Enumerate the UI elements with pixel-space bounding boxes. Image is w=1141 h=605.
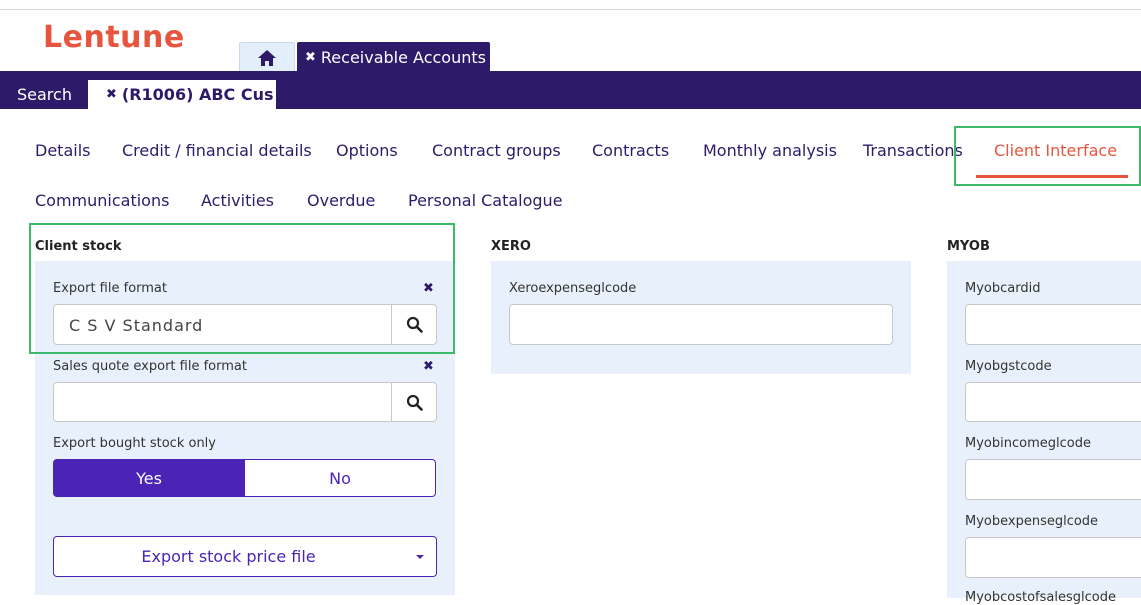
close-icon[interactable]: ✖ [106,87,117,102]
bought-only-no-button[interactable]: No [244,459,436,497]
xero-expense-label: Xeroexpenseglcode [509,281,637,296]
myob-gstcode-label: Myobgstcode [965,359,1052,374]
tab-contract-groups[interactable]: Contract groups [432,141,561,160]
tab-communications[interactable]: Communications [35,191,169,210]
caret-down-icon [415,554,424,559]
myob-expense-label: Myobexpenseglcode [965,514,1099,529]
myob-income-input[interactable] [965,459,1141,500]
tab-label: Receivable Accounts [320,47,486,67]
myob-income-label: Myobincomeglcode [965,436,1091,451]
bought-only-label: Export bought stock only [53,436,216,451]
export-stock-price-button[interactable]: Export stock price file [53,536,404,577]
home-icon [258,49,276,66]
myob-gstcode-input[interactable] [965,382,1141,422]
highlight-client-interface [954,126,1141,186]
tab-contracts[interactable]: Contracts [592,141,669,160]
tab-receivable-accounts[interactable]: ✖ Receivable Accounts [297,42,490,72]
tab-monthly-analysis[interactable]: Monthly analysis [703,141,837,160]
xero-expense-input[interactable] [509,304,893,345]
sales-quote-input[interactable] [53,382,392,422]
record-tab-label: (R1006) ABC Cus [121,85,274,104]
close-icon[interactable]: ✖ [305,50,316,65]
myob-expense-input[interactable] [965,537,1141,578]
tab-options[interactable]: Options [336,141,398,160]
clear-sales-quote-icon[interactable]: ✖ [423,359,434,374]
tab-personal-catalogue[interactable]: Personal Catalogue [408,191,563,210]
tab-overdue[interactable]: Overdue [307,191,375,210]
tab-transactions[interactable]: Transactions [863,141,963,160]
myob-cardid-label: Myobcardid [965,281,1041,296]
lentune-logo: Lentune [43,20,185,55]
home-tab[interactable] [239,42,295,72]
search-tab[interactable]: Search [17,85,72,104]
myob-cardid-input[interactable] [965,304,1141,345]
sales-quote-search-button[interactable] [391,382,437,422]
top-divider [0,9,1141,10]
tab-details[interactable]: Details [35,141,90,160]
sales-quote-label: Sales quote export file format [53,359,247,374]
bought-only-yes-button[interactable]: Yes [53,459,245,497]
export-options-dropdown[interactable] [403,536,437,577]
highlight-client-stock [29,223,455,354]
record-tab[interactable]: ✖ (R1006) ABC Cus [88,80,276,109]
search-icon [406,394,423,411]
tab-credit-financial[interactable]: Credit / financial details [122,141,312,160]
tab-activities[interactable]: Activities [201,191,274,210]
myob-title: MYOB [947,239,990,254]
xero-title: XERO [491,239,531,254]
